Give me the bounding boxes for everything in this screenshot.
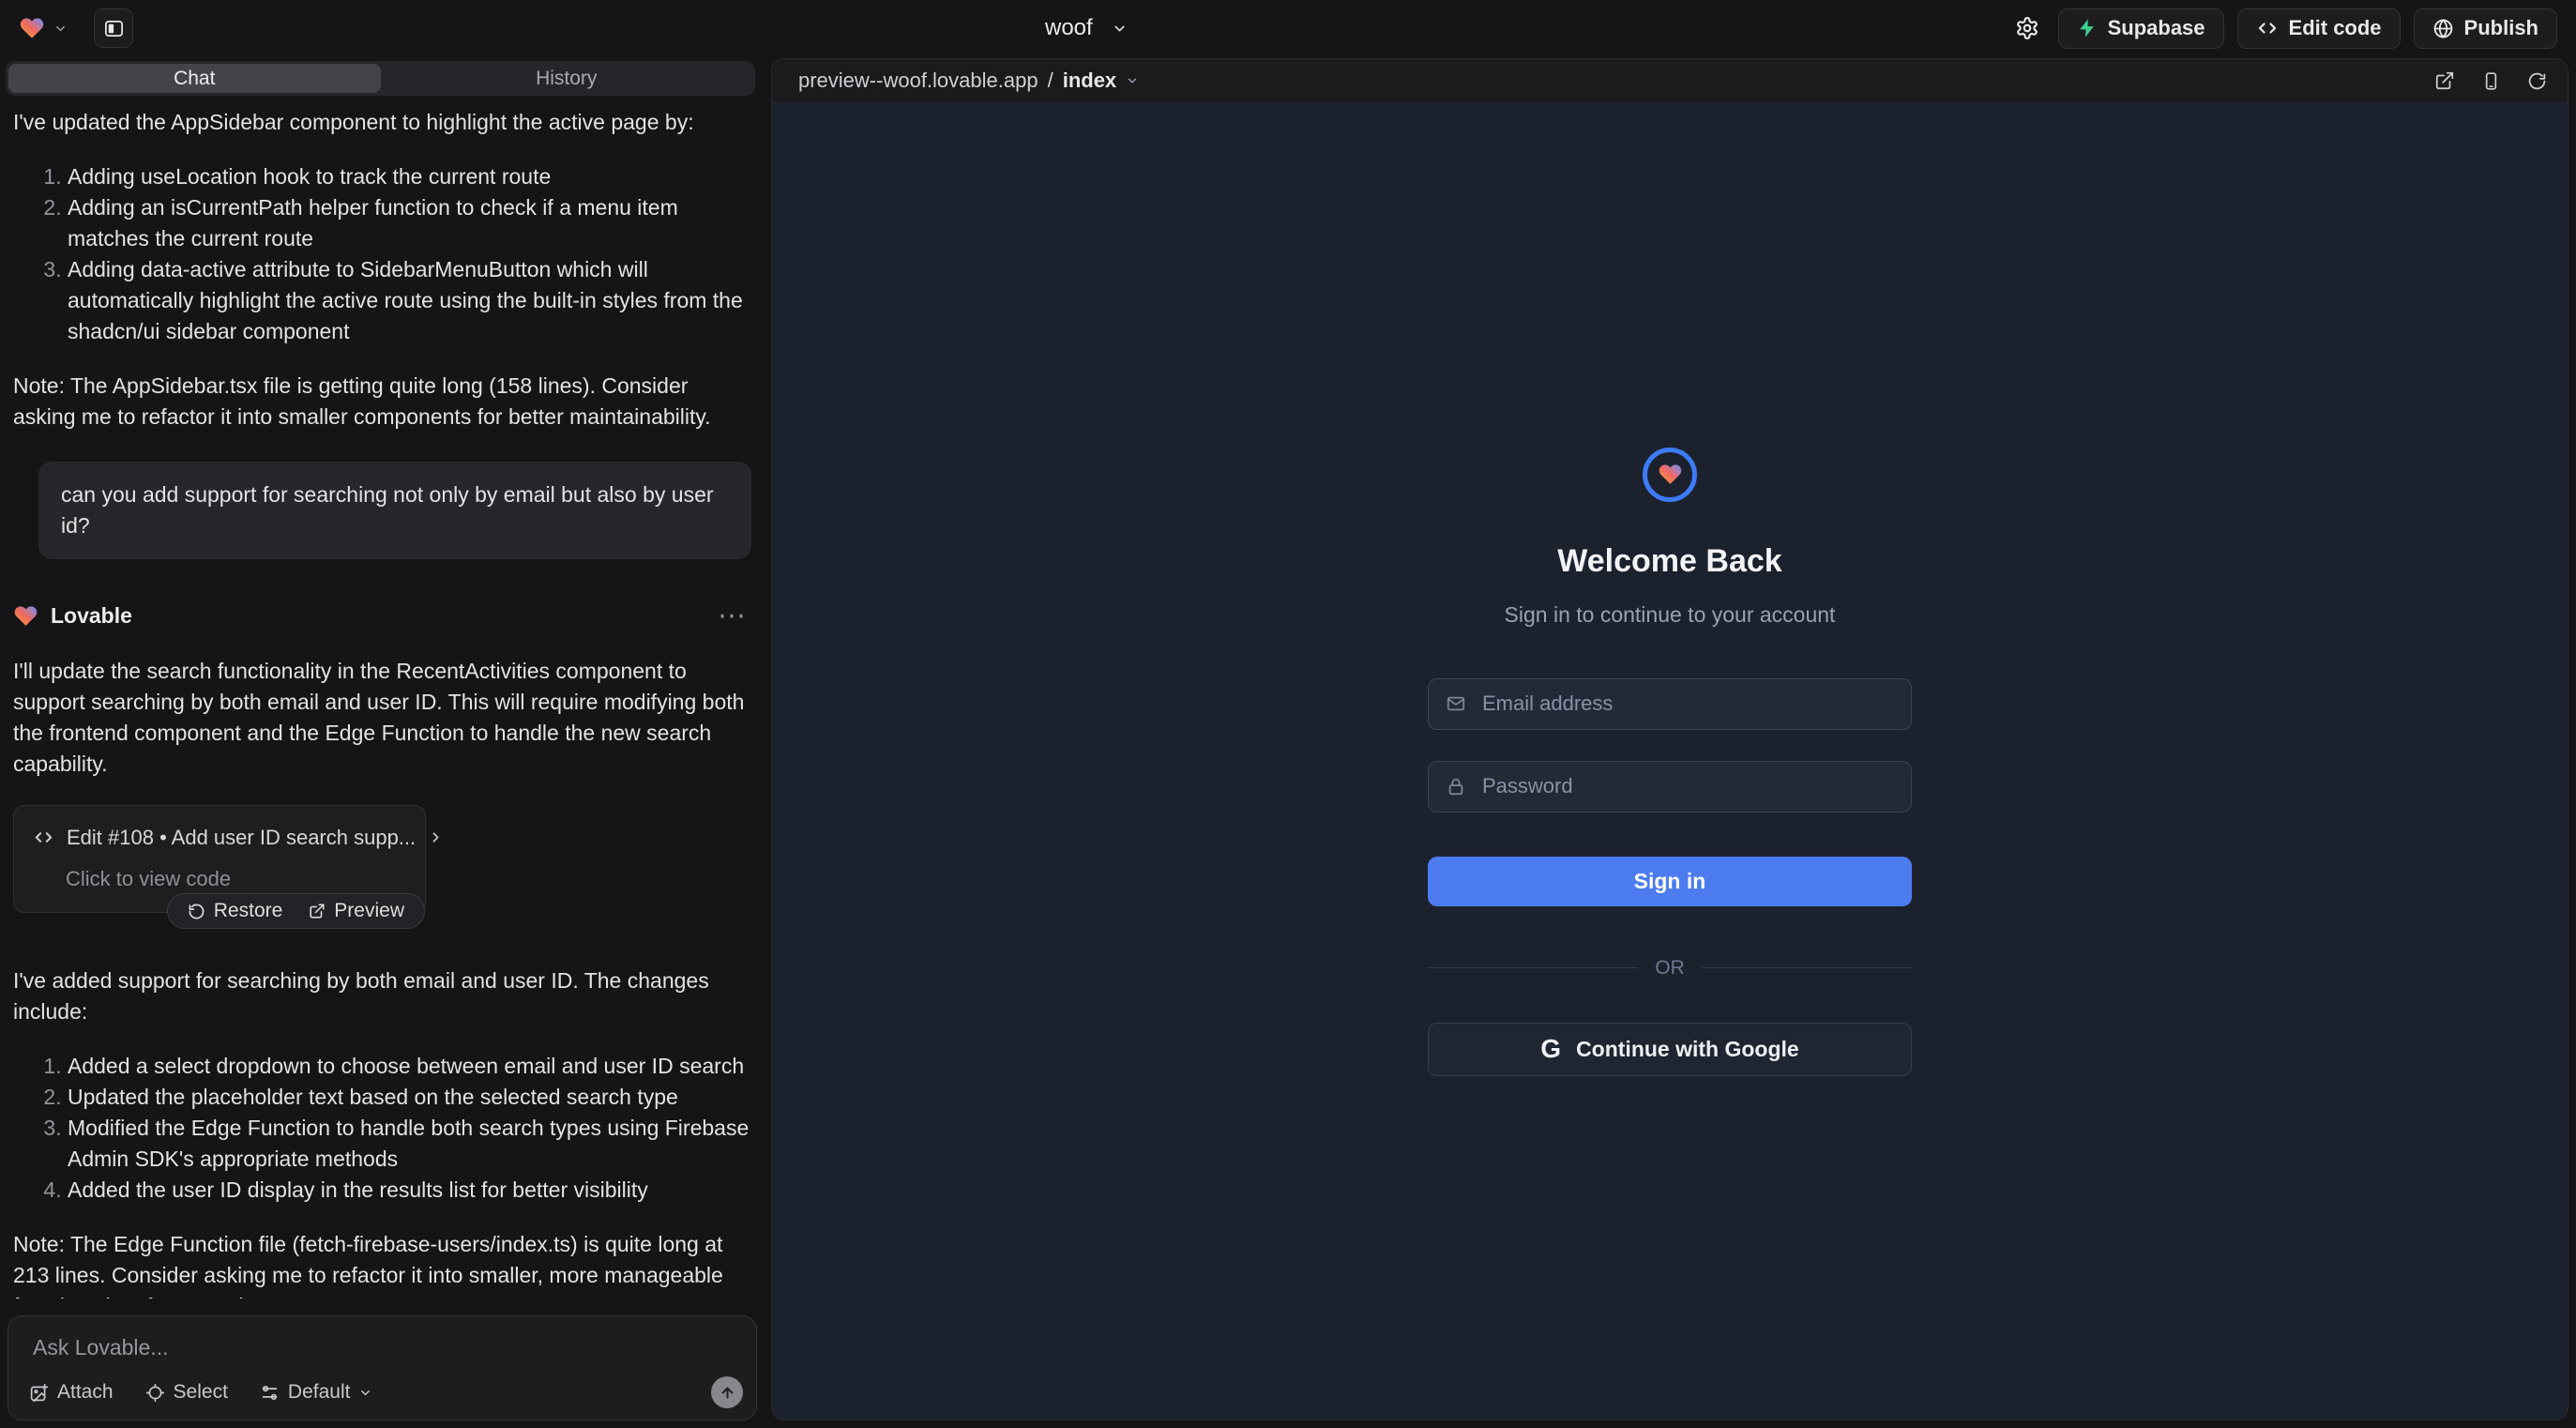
continue-with-google-button[interactable]: G Continue with Google [1428, 1023, 1912, 1076]
edit-code-button[interactable]: Edit code [2237, 8, 2401, 49]
code-icon [33, 827, 54, 848]
globe-icon [2432, 18, 2454, 39]
tab-history[interactable]: History [381, 64, 753, 93]
list-item: Added a select dropdown to choose betwee… [68, 1051, 751, 1082]
supabase-bolt-icon [2077, 18, 2098, 38]
mail-icon [1446, 693, 1466, 714]
lovable-logo-menu[interactable] [19, 16, 68, 40]
assistant-ordered-list: Adding useLocation hook to track the cur… [13, 161, 751, 347]
mobile-view-button[interactable] [2481, 71, 2501, 91]
preview-header: preview--woof.lovable.app / index [772, 59, 2568, 103]
assistant-header: Lovable ⋯ [13, 600, 751, 631]
password-input[interactable] [1480, 773, 1894, 799]
project-name: woof [1045, 15, 1093, 41]
assistant-name: Lovable [51, 600, 132, 631]
gear-icon [2015, 16, 2039, 40]
sign-in-button[interactable]: Sign in [1428, 857, 1912, 906]
chevron-down-icon [358, 1386, 372, 1400]
chat-messages: I've updated the AppSidebar component to… [0, 96, 765, 1299]
attach-button[interactable]: Attach [29, 1381, 114, 1404]
page-title: Welcome Back [1428, 543, 1912, 580]
more-options-button[interactable]: ⋯ [712, 607, 751, 626]
list-item: Adding an isCurrentPath helper function … [68, 192, 751, 254]
edit-card-actions: Restore Preview [167, 893, 425, 929]
assistant-paragraph: I'll update the search functionality in … [13, 656, 751, 780]
preview-iframe: Welcome Back Sign in to continue to your… [772, 103, 2568, 1420]
refresh-icon [2527, 71, 2547, 91]
list-item: Modified the Edge Function to handle bot… [68, 1113, 751, 1175]
refresh-button[interactable] [2527, 71, 2547, 91]
select-element-button[interactable]: Select [145, 1381, 228, 1404]
sliders-icon [260, 1383, 280, 1403]
or-label: OR [1655, 957, 1685, 980]
publish-button[interactable]: Publish [2414, 8, 2557, 49]
toggle-sidebar-button[interactable] [94, 8, 133, 48]
code-icon [2256, 17, 2279, 39]
list-item: Adding data-active attribute to SidebarM… [68, 254, 751, 347]
auth-card: Welcome Back Sign in to continue to your… [1428, 448, 1912, 1076]
restore-icon [188, 903, 205, 920]
heart-icon [1658, 463, 1683, 486]
supabase-button[interactable]: Supabase [2058, 8, 2224, 49]
preview-url-dropdown[interactable]: preview--woof.lovable.app / index [793, 68, 1144, 94]
user-message-text: can you add support for searching not on… [61, 479, 729, 541]
composer: Attach Select Default [8, 1315, 757, 1420]
open-in-new-tab-button[interactable] [2434, 70, 2455, 91]
password-field [1428, 761, 1912, 813]
google-icon: G [1540, 1036, 1561, 1062]
assistant-paragraph: I've added support for searching by both… [13, 965, 751, 1027]
send-button[interactable] [711, 1376, 743, 1408]
settings-button[interactable] [2009, 16, 2045, 40]
chat-panel: Chat History I've updated the AppSidebar… [0, 56, 765, 1428]
assistant-note: Note: The Edge Function file (fetch-fire… [13, 1229, 751, 1299]
chevron-right-icon [428, 829, 444, 845]
sidebar-panel-icon [103, 18, 125, 39]
preview-button[interactable]: Preview [309, 900, 404, 922]
preview-page: index [1063, 68, 1116, 93]
email-input[interactable] [1480, 691, 1894, 717]
attach-image-icon [29, 1383, 49, 1403]
chevron-down-icon [1126, 74, 1139, 87]
external-link-icon [2434, 70, 2455, 91]
chat-input[interactable] [31, 1333, 734, 1375]
chat-mode-dropdown[interactable]: Default [260, 1381, 373, 1404]
arrow-up-icon [720, 1385, 735, 1401]
edit-card-subtitle: Click to view code [66, 863, 406, 894]
chevron-down-icon [53, 22, 68, 36]
chat-history-tabs: Chat History [6, 61, 755, 96]
smartphone-icon [2481, 71, 2501, 91]
or-divider: OR [1428, 957, 1912, 980]
lovable-heart-icon [13, 604, 38, 628]
target-icon [145, 1383, 165, 1403]
page-subtitle: Sign in to continue to your account [1428, 602, 1912, 628]
assistant-ordered-list: Added a select dropdown to choose betwee… [13, 1051, 751, 1206]
tab-chat[interactable]: Chat [8, 64, 381, 93]
chevron-down-icon [1112, 21, 1128, 37]
lovable-heart-icon [19, 16, 45, 40]
user-message-bubble: can you add support for searching not on… [38, 462, 751, 559]
path-separator: / [1048, 68, 1053, 93]
app-logo [1643, 448, 1697, 502]
assistant-note: Note: The AppSidebar.tsx file is getting… [13, 371, 751, 433]
assistant-paragraph: I've updated the AppSidebar component to… [13, 107, 751, 138]
preview-panel: preview--woof.lovable.app / index [771, 58, 2568, 1420]
external-link-icon [309, 903, 326, 919]
list-item: Updated the placeholder text based on th… [68, 1082, 751, 1113]
edit-card-title: Edit #108 • Add user ID search supp... [67, 822, 416, 853]
topbar: woof Supabase Edit code [0, 0, 2576, 56]
email-field [1428, 678, 1912, 730]
project-switcher[interactable]: woof [1039, 0, 1133, 56]
list-item: Adding useLocation hook to track the cur… [68, 161, 751, 192]
lock-icon [1446, 776, 1466, 797]
restore-button[interactable]: Restore [188, 900, 283, 922]
list-item: Added the user ID display in the results… [68, 1175, 751, 1206]
edit-card[interactable]: Edit #108 • Add user ID search supp... C… [13, 805, 426, 913]
preview-url: preview--woof.lovable.app [798, 68, 1038, 93]
